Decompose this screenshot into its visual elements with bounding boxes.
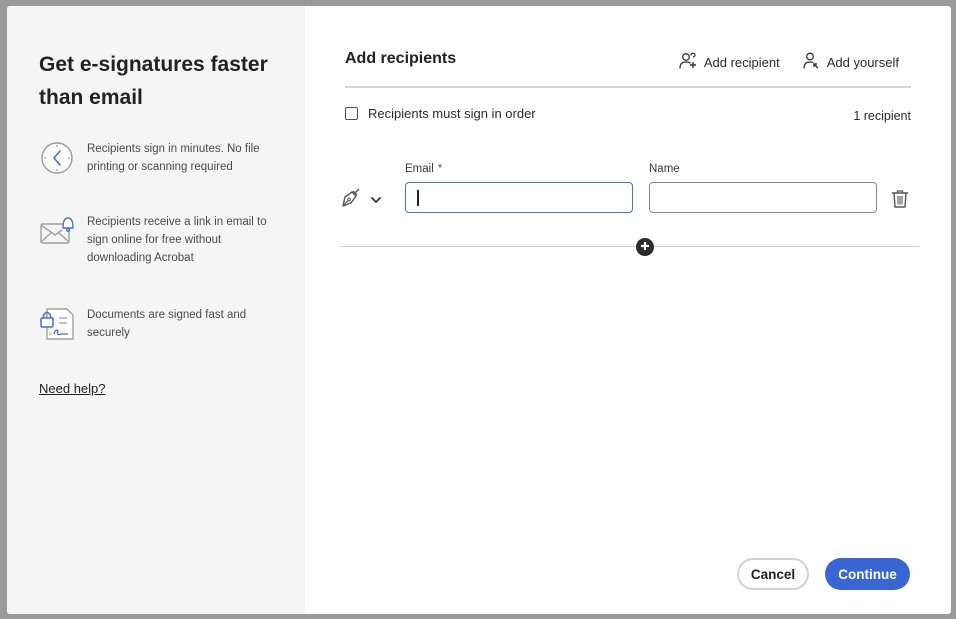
row-divider	[340, 246, 919, 247]
recipient-actions: Add recipient Add yourself	[679, 52, 899, 72]
info-panel: Get e-signatures faster than email Recip…	[7, 6, 305, 614]
add-recipient-label: Add recipient	[703, 54, 780, 70]
clock-icon	[39, 140, 75, 176]
add-user-icon	[679, 52, 697, 72]
plus-icon	[640, 238, 650, 256]
add-yourself-label: Add yourself	[826, 54, 899, 70]
chevron-down-icon	[370, 191, 382, 209]
secure-document-icon: ×	[39, 306, 75, 342]
role-dropdown[interactable]	[340, 186, 382, 213]
name-field[interactable]	[649, 182, 877, 213]
trash-icon	[891, 190, 909, 213]
add-yourself-button[interactable]: Add yourself	[802, 52, 899, 72]
pen-nib-icon	[340, 186, 362, 213]
cancel-button[interactable]: Cancel	[737, 558, 809, 590]
feature-text: Recipients receive a link in email to si…	[87, 216, 267, 264]
send-for-signature-dialog: Get e-signatures faster than email Recip…	[7, 6, 951, 614]
need-help-link[interactable]: Need help?	[39, 381, 106, 396]
feature-item: Recipients sign in minutes. No file prin…	[39, 140, 267, 176]
recipients-panel: Add recipients Add recipient Add yoursel…	[305, 6, 951, 614]
user-self-icon	[802, 52, 820, 72]
email-field[interactable]	[405, 182, 633, 213]
add-recipient-button[interactable]: Add recipient	[679, 52, 780, 72]
header-divider	[345, 86, 911, 88]
text-cursor	[417, 190, 419, 206]
svg-text:×: ×	[48, 331, 53, 338]
envelope-bell-icon	[39, 213, 75, 249]
page-title: Add recipients	[345, 50, 457, 67]
sign-in-order-option[interactable]: Recipients must sign in order	[345, 106, 536, 121]
required-marker: *	[437, 163, 443, 175]
feature-text: Recipients sign in minutes. No file prin…	[87, 143, 260, 173]
recipient-count: 1 recipient	[853, 109, 911, 123]
feature-item: Recipients receive a link in email to si…	[39, 213, 267, 267]
insert-recipient-button[interactable]	[636, 238, 654, 256]
email-label: Email *	[405, 163, 443, 175]
feature-text: Documents are signed fast and securely	[87, 309, 247, 339]
delete-recipient-button[interactable]	[891, 189, 909, 214]
name-label: Name	[649, 163, 680, 175]
sign-in-order-label: Recipients must sign in order	[368, 106, 536, 121]
feature-item: × Documents are signed fast and securely	[39, 306, 267, 342]
info-title: Get e-signatures faster than email	[39, 53, 268, 109]
sign-in-order-checkbox[interactable]	[345, 107, 358, 120]
continue-button[interactable]: Continue	[825, 558, 910, 590]
